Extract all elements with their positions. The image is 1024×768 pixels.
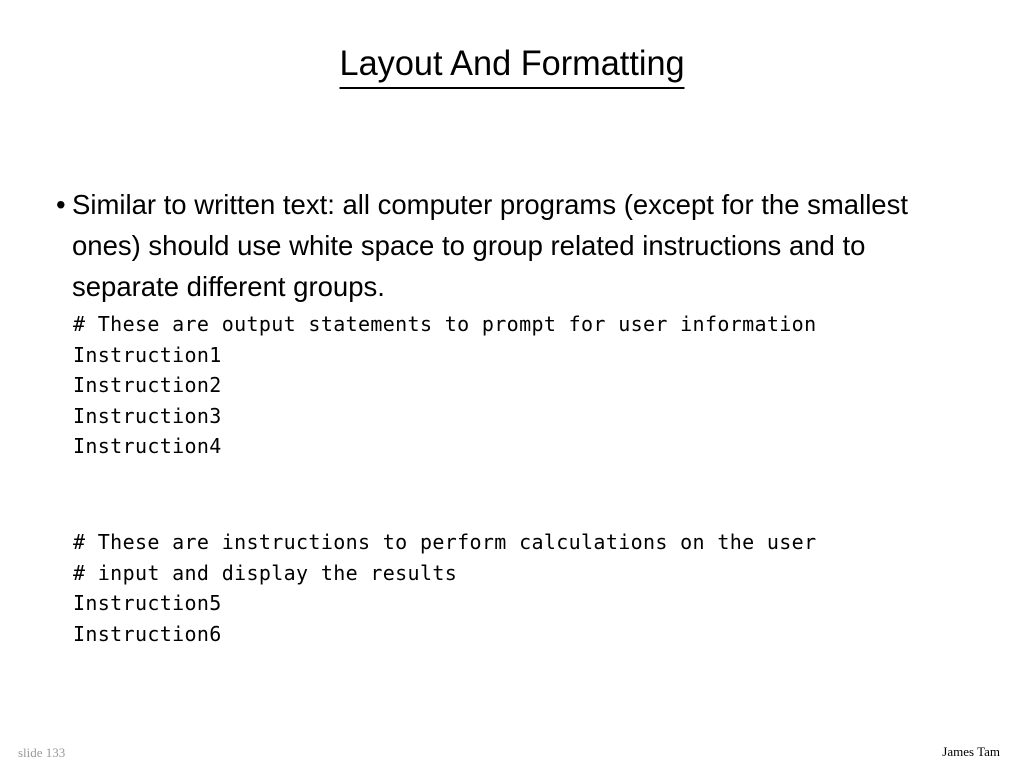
code-line: Instruction2 (73, 373, 222, 398)
slide-number: slide 133 (18, 745, 66, 760)
slide-canvas: Layout And Formatting • Similar to writt… (0, 0, 1024, 768)
page-title-text: Layout And Formatting (339, 42, 685, 89)
code-line: Instruction5 (73, 591, 222, 616)
bullet-marker-icon: • (56, 189, 66, 220)
code-block-calculation-statements: # These are instructions to perform calc… (73, 527, 816, 649)
code-line: # These are instructions to perform calc… (73, 530, 817, 554)
code-line: Instruction3 (73, 403, 222, 428)
code-block-output-statements: # These are output statements to prompt … (73, 309, 816, 462)
code-line: Instruction6 (73, 621, 222, 646)
bullet-item-label: Similar to written text: all computer pr… (72, 189, 908, 302)
author-credit: James Tam (942, 744, 1000, 759)
code-line: # These are output statements to prompt … (73, 312, 817, 336)
bullet-item-1: • Similar to written text: all computer … (56, 184, 946, 307)
code-line: # input and display the results (73, 560, 458, 585)
code-line: Instruction4 (73, 434, 222, 459)
page-title: Layout And Formatting (0, 42, 1024, 89)
code-line: Instruction1 (73, 342, 222, 367)
bullet-list: • Similar to written text: all computer … (56, 184, 946, 307)
